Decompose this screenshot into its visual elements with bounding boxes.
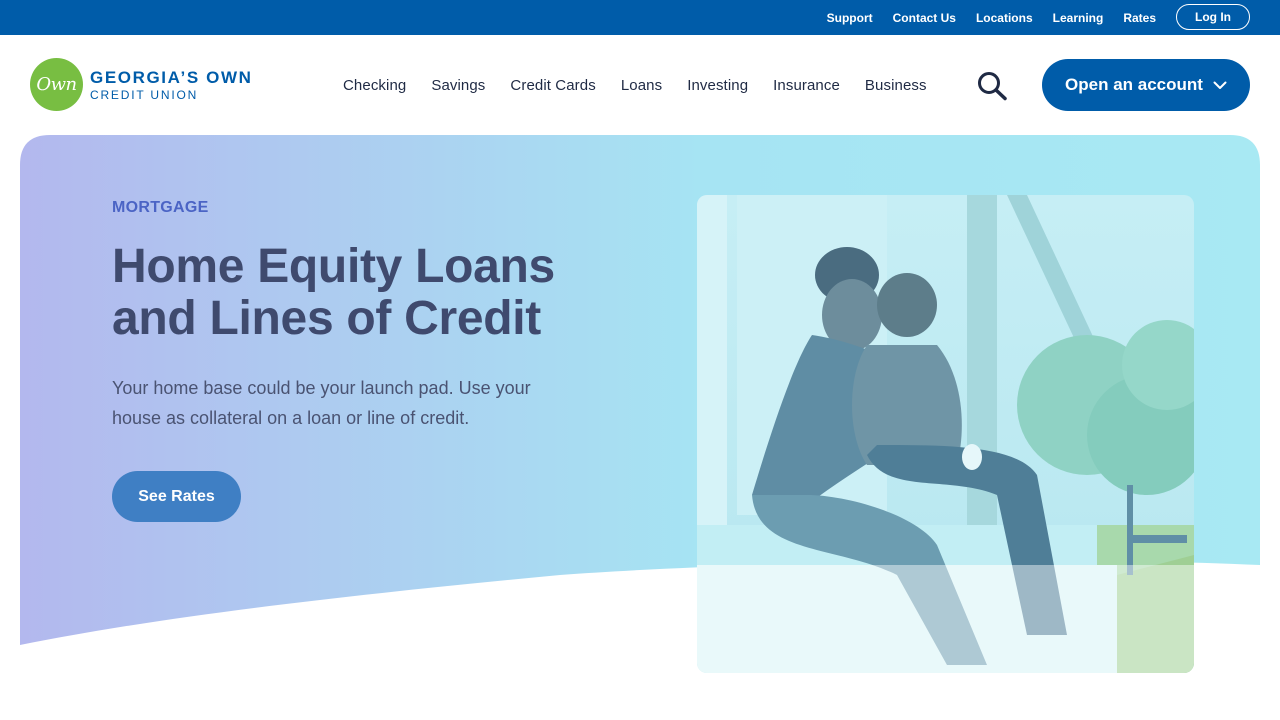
utility-link-locations[interactable]: Locations: [976, 11, 1033, 25]
nav-item-credit-cards[interactable]: Credit Cards: [510, 77, 595, 94]
hero-section: MORTGAGE Home Equity Loans and Lines of …: [20, 135, 1260, 720]
utility-link-contact-us[interactable]: Contact Us: [893, 11, 956, 25]
nav-item-insurance[interactable]: Insurance: [773, 77, 840, 94]
logo-mark-text: Own: [36, 74, 77, 95]
nav-item-loans[interactable]: Loans: [621, 77, 662, 94]
open-account-button[interactable]: Open an account: [1042, 59, 1250, 111]
utility-link-learning[interactable]: Learning: [1053, 11, 1104, 25]
hero-title: Home Equity Loans and Lines of Credit: [112, 240, 555, 345]
see-rates-button[interactable]: See Rates: [112, 471, 241, 522]
hero-photo: [697, 195, 1194, 673]
utility-link-rates[interactable]: Rates: [1123, 11, 1156, 25]
nav-item-savings[interactable]: Savings: [431, 77, 485, 94]
hero-subtitle: Your home base could be your launch pad.…: [112, 378, 531, 428]
chevron-down-icon: [1213, 81, 1227, 89]
nav-item-business[interactable]: Business: [865, 77, 927, 94]
nav-item-investing[interactable]: Investing: [687, 77, 748, 94]
logo-name-line1: GEORGIA’S OWN: [90, 67, 253, 87]
login-button[interactable]: Log In: [1176, 4, 1250, 30]
logo-wordmark: GEORGIA’S OWN CREDIT UNION: [90, 69, 252, 101]
search-icon[interactable]: [976, 71, 1008, 101]
main-nav: Checking Savings Credit Cards Loans Inve…: [343, 35, 927, 135]
logo[interactable]: Own GEORGIA’S OWN CREDIT UNION: [30, 58, 252, 111]
utility-bar: Support Contact Us Locations Learning Ra…: [0, 0, 1280, 35]
hero-eyebrow: MORTGAGE: [112, 199, 209, 216]
open-account-label: Open an account: [1065, 75, 1203, 94]
logo-name-line2: CREDIT UNION: [90, 87, 199, 102]
main-header: Own GEORGIA’S OWN CREDIT UNION Checking …: [0, 35, 1280, 135]
nav-item-checking[interactable]: Checking: [343, 77, 406, 94]
logo-mark: Own: [30, 58, 83, 111]
utility-link-support[interactable]: Support: [827, 11, 873, 25]
utility-links: Support Contact Us Locations Learning Ra…: [827, 0, 1156, 35]
